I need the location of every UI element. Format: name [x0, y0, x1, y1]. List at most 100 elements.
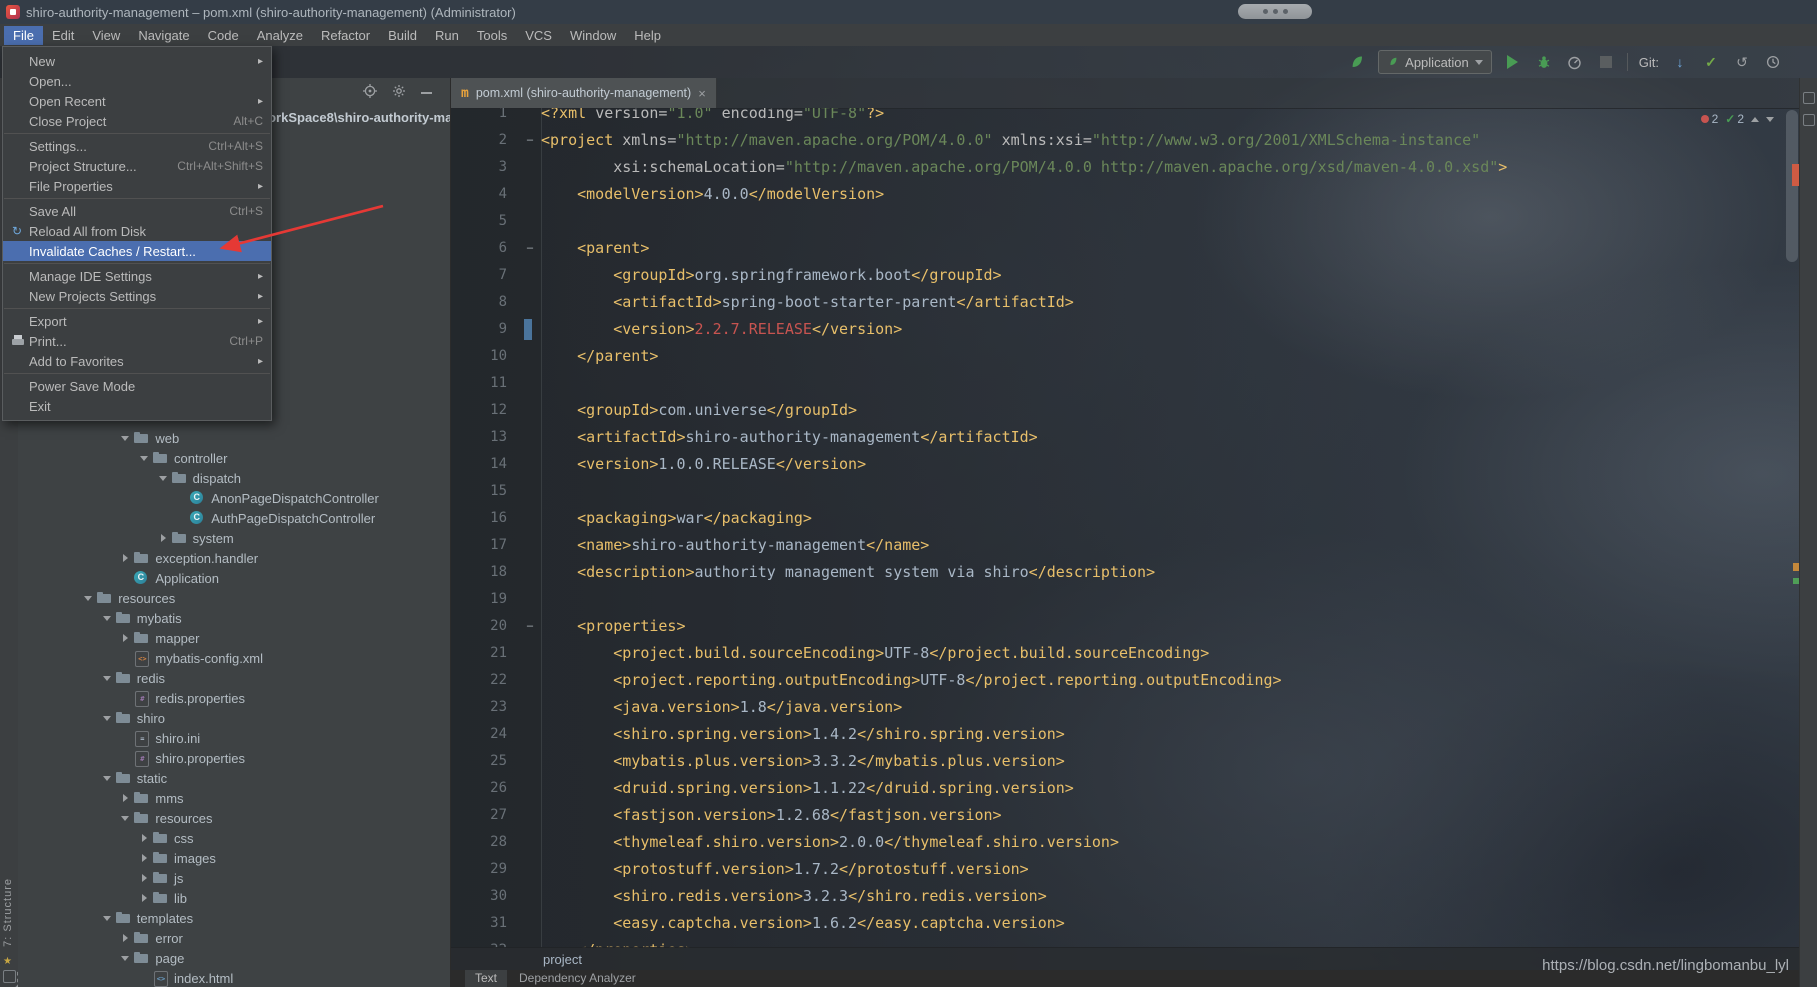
run-button[interactable] — [1503, 52, 1523, 72]
tree-item-redis-properties[interactable]: redis.properties — [18, 688, 450, 708]
menu-item-save-all[interactable]: Save AllCtrl+S — [3, 201, 271, 221]
fold-icon[interactable]: − — [519, 235, 541, 262]
menu-file[interactable]: File — [4, 26, 43, 45]
tree-item-js[interactable]: js — [18, 868, 450, 888]
menu-tools[interactable]: Tools — [468, 26, 516, 45]
menu-item-reload-all-from-disk[interactable]: Reload All from Disk — [3, 221, 271, 241]
debug-button[interactable] — [1534, 52, 1554, 72]
chevron-closed-icon[interactable] — [118, 548, 133, 568]
menu-item-add-to-favorites[interactable]: Add to Favorites▸ — [3, 351, 271, 371]
chevron-closed-icon[interactable] — [156, 528, 171, 548]
chevron-closed-icon[interactable] — [137, 868, 152, 888]
chevron-open-icon[interactable] — [118, 808, 133, 828]
menu-item-close-project[interactable]: Close ProjectAlt+C — [3, 111, 271, 131]
menu-build[interactable]: Build — [379, 26, 426, 45]
menu-edit[interactable]: Edit — [43, 26, 83, 45]
menu-item-exit[interactable]: Exit — [3, 396, 271, 416]
chevron-open-icon[interactable] — [156, 468, 171, 488]
chevron-closed-icon[interactable] — [137, 848, 152, 868]
tree-item-shiro-properties[interactable]: shiro.properties — [18, 748, 450, 768]
menu-item-settings[interactable]: Settings...Ctrl+Alt+S — [3, 136, 271, 156]
menu-item-invalidate-caches-restart[interactable]: Invalidate Caches / Restart... — [3, 241, 271, 261]
chevron-closed-icon[interactable] — [118, 788, 133, 808]
menu-item-file-properties[interactable]: File Properties▸ — [3, 176, 271, 196]
fold-icon[interactable]: − — [519, 613, 541, 640]
next-problem-icon[interactable] — [1766, 117, 1774, 122]
hide-panel-icon[interactable] — [421, 92, 432, 94]
spring-leaf-icon[interactable] — [1347, 52, 1367, 72]
chevron-closed-icon[interactable] — [137, 888, 152, 908]
git-commit-icon[interactable]: ✓ — [1701, 52, 1721, 72]
tree-item-static[interactable]: static — [18, 768, 450, 788]
tab-dependency-analyzer[interactable]: Dependency Analyzer — [509, 970, 646, 987]
prev-problem-icon[interactable] — [1751, 117, 1759, 122]
tree-item-mapper[interactable]: mapper — [18, 628, 450, 648]
chevron-open-icon[interactable] — [100, 708, 115, 728]
tree-item-lib[interactable]: lib — [18, 888, 450, 908]
menu-item-project-structure[interactable]: Project Structure...Ctrl+Alt+Shift+S — [3, 156, 271, 176]
right-dock-icon[interactable] — [1803, 114, 1815, 126]
tree-item-index-html[interactable]: index.html — [18, 968, 450, 987]
structure-tool-button[interactable]: 7: Structure — [2, 878, 14, 947]
chevron-closed-icon[interactable] — [118, 928, 133, 948]
menu-window[interactable]: Window — [561, 26, 625, 45]
profiler-button[interactable] — [1565, 52, 1585, 72]
code-editor[interactable]: 1<?xml version="1.0" encoding="UTF-8"?>2… — [451, 108, 1800, 948]
tree-item-css[interactable]: css — [18, 828, 450, 848]
tree-item-system[interactable]: system — [18, 528, 450, 548]
chevron-open-icon[interactable] — [100, 608, 115, 628]
chevron-open-icon[interactable] — [100, 768, 115, 788]
chevron-open-icon[interactable] — [81, 588, 96, 608]
tree-item-redis[interactable]: redis — [18, 668, 450, 688]
menu-vcs[interactable]: VCS — [516, 26, 561, 45]
chevron-open-icon[interactable] — [118, 948, 133, 968]
history-icon[interactable] — [1763, 52, 1783, 72]
chevron-closed-icon[interactable] — [118, 628, 133, 648]
tool-window-switcher-icon[interactable] — [3, 970, 16, 983]
menu-navigate[interactable]: Navigate — [129, 26, 198, 45]
tree-item-shiro[interactable]: shiro — [18, 708, 450, 728]
inspections-widget[interactable]: 2 ✓2 — [1701, 112, 1774, 126]
menu-item-open[interactable]: Open... — [3, 71, 271, 91]
gear-icon[interactable] — [392, 84, 406, 103]
tree-item-resources[interactable]: resources — [18, 588, 450, 608]
tab-pom-xml[interactable]: m pom.xml (shiro-authority-management) × — [451, 78, 717, 108]
menu-help[interactable]: Help — [625, 26, 670, 45]
tree-item-authpagedispatchcontroller[interactable]: AuthPageDispatchController — [18, 508, 450, 528]
stop-button[interactable] — [1596, 52, 1616, 72]
menu-item-power-save-mode[interactable]: Power Save Mode — [3, 376, 271, 396]
tree-item-anonpagedispatchcontroller[interactable]: AnonPageDispatchController — [18, 488, 450, 508]
menu-item-new-projects-settings[interactable]: New Projects Settings▸ — [3, 286, 271, 306]
menu-code[interactable]: Code — [199, 26, 248, 45]
menu-view[interactable]: View — [83, 26, 129, 45]
chevron-closed-icon[interactable] — [137, 828, 152, 848]
tab-text-view[interactable]: Text — [465, 970, 507, 987]
close-icon[interactable]: × — [698, 87, 706, 100]
menu-analyze[interactable]: Analyze — [248, 26, 312, 45]
tree-item-controller[interactable]: controller — [18, 448, 450, 468]
tree-item-shiro-ini[interactable]: shiro.ini — [18, 728, 450, 748]
tree-item-mybatis[interactable]: mybatis — [18, 608, 450, 628]
tree-item-error[interactable]: error — [18, 928, 450, 948]
breadcrumb-item[interactable]: project — [543, 952, 582, 967]
tree-item-page[interactable]: page — [18, 948, 450, 968]
chevron-open-icon[interactable] — [137, 448, 152, 468]
tree-item-mybatis-config-xml[interactable]: mybatis-config.xml — [18, 648, 450, 668]
tree-item-mms[interactable]: mms — [18, 788, 450, 808]
chevron-open-icon[interactable] — [100, 908, 115, 928]
right-dock-icon[interactable] — [1803, 92, 1815, 104]
menu-item-export[interactable]: Export▸ — [3, 311, 271, 331]
menu-item-open-recent[interactable]: Open Recent▸ — [3, 91, 271, 111]
menu-item-new[interactable]: New▸ — [3, 51, 271, 71]
tree-item-resources[interactable]: resources — [18, 808, 450, 828]
tree-item-templates[interactable]: templates — [18, 908, 450, 928]
menu-refactor[interactable]: Refactor — [312, 26, 379, 45]
tree-item-images[interactable]: images — [18, 848, 450, 868]
menu-item-print[interactable]: Print...Ctrl+P — [3, 331, 271, 351]
tree-item-application[interactable]: Application — [18, 568, 450, 588]
fold-icon[interactable]: − — [519, 127, 541, 154]
chevron-open-icon[interactable] — [118, 428, 133, 448]
chevron-open-icon[interactable] — [100, 668, 115, 688]
run-config-combo[interactable]: Application — [1378, 50, 1492, 74]
tree-item-dispatch[interactable]: dispatch — [18, 468, 450, 488]
